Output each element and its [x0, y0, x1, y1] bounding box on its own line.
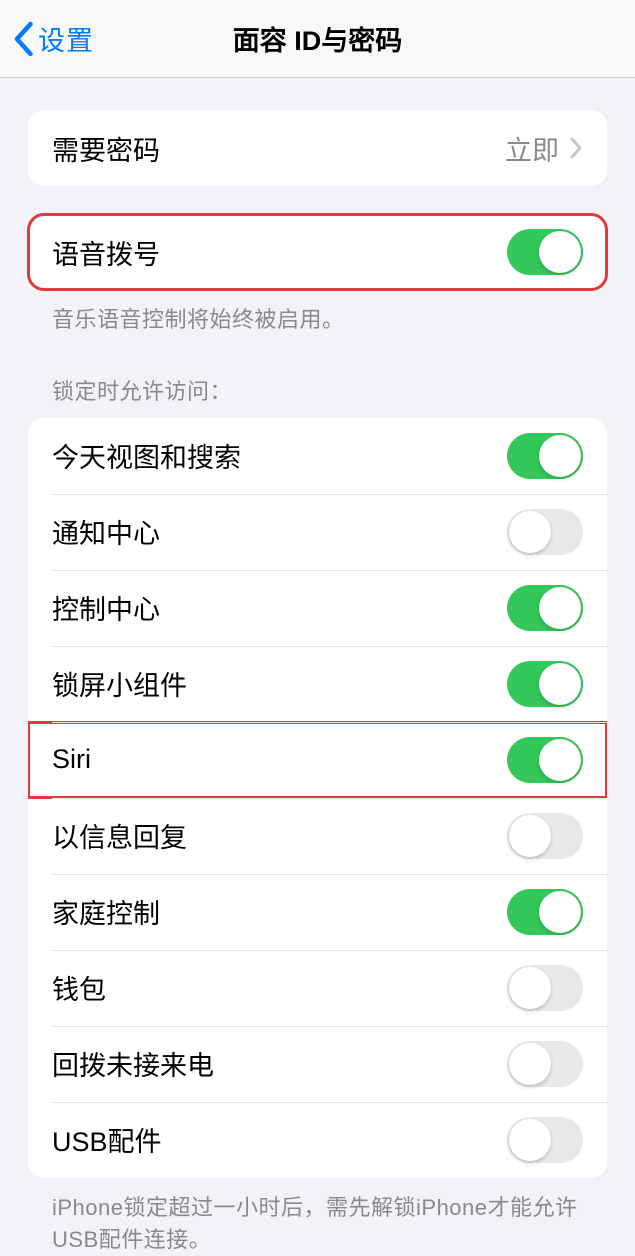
toggle-home-control[interactable]: [507, 889, 583, 935]
page-title: 面容 ID与密码: [0, 19, 635, 58]
row-label: 回拨未接来电: [52, 1044, 214, 1083]
row-home-control: 家庭控制: [28, 874, 607, 950]
toggle-reply-message[interactable]: [507, 813, 583, 859]
toggle-lock-widgets[interactable]: [507, 661, 583, 707]
toggle-notification-center[interactable]: [507, 509, 583, 555]
group-voice-dial: 语音拨号: [28, 214, 607, 290]
chevron-right-icon: [569, 136, 583, 160]
row-value: 立即: [505, 129, 559, 168]
toggle-wallet[interactable]: [507, 965, 583, 1011]
nav-header: 设置 面容 ID与密码: [0, 0, 635, 78]
row-voice-dial: 语音拨号: [28, 214, 607, 290]
row-control-center: 控制中心: [28, 570, 607, 646]
toggle-voice-dial[interactable]: [507, 229, 583, 275]
row-return-missed-calls: 回拨未接来电: [28, 1026, 607, 1102]
row-reply-message: 以信息回复: [28, 798, 607, 874]
row-lock-widgets: 锁屏小组件: [28, 646, 607, 722]
row-label: Siri: [52, 744, 91, 775]
row-today-view: 今天视图和搜索: [28, 418, 607, 494]
back-button[interactable]: 设置: [0, 19, 94, 58]
row-label: 语音拨号: [52, 233, 160, 272]
row-label: 通知中心: [52, 512, 160, 551]
row-label: 今天视图和搜索: [52, 436, 241, 475]
row-notification-center: 通知中心: [28, 494, 607, 570]
back-label: 设置: [38, 19, 94, 58]
row-label: 家庭控制: [52, 892, 160, 931]
toggle-control-center[interactable]: [507, 585, 583, 631]
row-value-wrap: 立即: [505, 129, 583, 168]
row-label: 控制中心: [52, 588, 160, 627]
section-header-lock-access: 锁定时允许访问：: [28, 374, 607, 418]
row-usb-accessories: USB配件: [28, 1102, 607, 1178]
row-siri: Siri: [28, 722, 607, 798]
row-label: 需要密码: [52, 129, 160, 168]
group-require-passcode: 需要密码 立即: [28, 110, 607, 186]
toggle-siri[interactable]: [507, 737, 583, 783]
group-footer-lock: iPhone锁定超过一小时后，需先解锁iPhone才能允许USB配件连接。: [28, 1178, 607, 1256]
row-label: 以信息回复: [52, 816, 187, 855]
chevron-left-icon: [12, 21, 34, 57]
row-label: USB配件: [52, 1120, 162, 1159]
row-wallet: 钱包: [28, 950, 607, 1026]
toggle-today-view[interactable]: [507, 433, 583, 479]
row-require-passcode[interactable]: 需要密码 立即: [28, 110, 607, 186]
group-lock-access: 今天视图和搜索 通知中心 控制中心 锁屏小组件 Siri 以信息回复 家庭控制: [28, 418, 607, 1178]
toggle-return-missed-calls[interactable]: [507, 1041, 583, 1087]
group-footer-voice: 音乐语音控制将始终被启用。: [28, 290, 607, 336]
row-label: 锁屏小组件: [52, 664, 187, 703]
toggle-usb-accessories[interactable]: [507, 1117, 583, 1163]
row-label: 钱包: [52, 968, 106, 1007]
